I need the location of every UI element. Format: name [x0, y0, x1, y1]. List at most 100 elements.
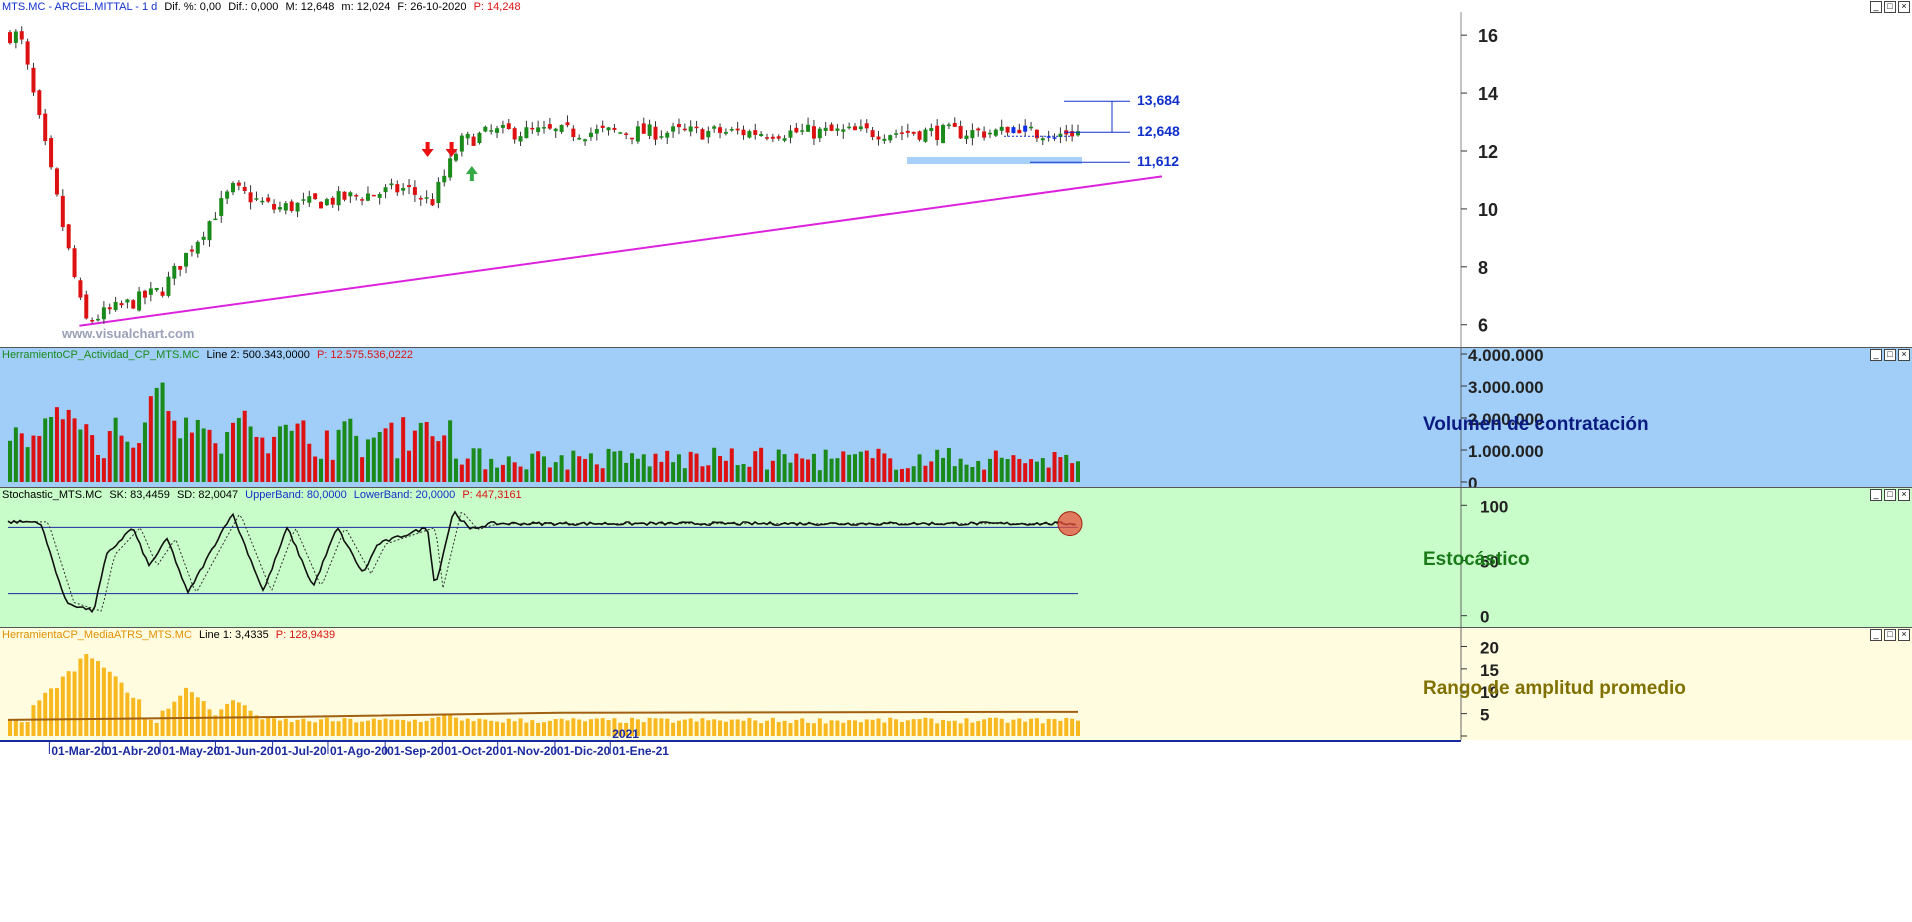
volume-bar	[137, 443, 142, 482]
volume-bar	[782, 454, 787, 482]
atr-bar	[876, 718, 881, 736]
volume-bar	[964, 464, 969, 482]
volume-bar	[436, 441, 441, 482]
atr-bar	[25, 721, 30, 736]
price-panel: MTS.MC - ARCEL.MITTAL - 1 d Dif. %: 0,00…	[0, 0, 1912, 348]
atr-bar	[225, 703, 230, 736]
atr-bar	[295, 719, 300, 736]
volume-bar	[612, 451, 617, 482]
candle-body	[1029, 126, 1034, 129]
volume-bar	[723, 460, 728, 482]
candle-body	[806, 124, 811, 132]
volume-bar	[653, 453, 658, 482]
atr-bar	[184, 687, 189, 736]
atr-bar	[888, 717, 893, 736]
x-tick-label: 01-Jun-20	[217, 744, 273, 758]
volume-bar	[207, 429, 212, 482]
volume-bar	[858, 451, 863, 482]
volume-bar	[107, 431, 112, 482]
volume-bar	[1052, 452, 1057, 482]
price-y-tick-label: 8	[1478, 258, 1488, 278]
volume-bar	[1076, 461, 1080, 482]
volume-bar	[806, 459, 811, 482]
up-arrow-icon	[465, 166, 478, 181]
volume-bar	[1011, 455, 1016, 482]
volume-bar	[976, 460, 981, 482]
volume-bar	[747, 466, 752, 482]
volume-bar	[90, 435, 95, 482]
candle-body	[577, 137, 582, 140]
volume-bar	[1029, 459, 1034, 482]
volume-bar	[571, 450, 576, 482]
atr-bar	[66, 671, 71, 736]
atr-bar	[894, 719, 899, 736]
volume-bar	[49, 416, 54, 482]
atr-bar	[829, 720, 834, 736]
volume-bar	[148, 396, 153, 482]
atr-bar	[248, 710, 253, 736]
atr-bar	[189, 692, 194, 736]
candle-body	[272, 204, 277, 210]
atr-y-tick-label: 15	[1480, 661, 1499, 680]
volume-bar	[295, 423, 300, 482]
atr-bar	[817, 718, 822, 736]
atr-bar	[536, 722, 541, 736]
volume-bar	[935, 449, 940, 482]
candle-body	[647, 124, 652, 136]
volume-bar	[348, 418, 353, 482]
volume-bar	[676, 454, 681, 482]
candle-body	[13, 31, 18, 43]
atr-bar	[853, 720, 858, 736]
candle-body	[864, 123, 869, 129]
atr-bar	[277, 720, 282, 736]
atr-bar	[377, 719, 382, 736]
atr-bar	[524, 722, 529, 736]
atr-bar	[383, 718, 388, 736]
candle-body	[336, 191, 341, 206]
volume-bar	[735, 465, 740, 482]
price-y-tick-label: 12	[1478, 142, 1498, 162]
volume-bar	[37, 435, 42, 482]
atr-bar	[835, 720, 840, 736]
volume-bar	[1005, 459, 1010, 482]
volume-label: Volumen de contratación	[1423, 414, 1649, 435]
volume-bar	[776, 449, 781, 482]
atr-bar	[935, 723, 940, 736]
candle-body	[952, 123, 957, 127]
candle-body	[96, 318, 101, 321]
candle-body	[248, 192, 253, 203]
atr-bar	[794, 719, 799, 736]
atr-bar	[342, 718, 347, 736]
atr-bar	[142, 718, 147, 736]
price-chart: 6 8 10 12 14 16 13,684 12,648 11,612 www.visualch…	[8, 12, 1498, 347]
candle-body	[547, 124, 552, 129]
atr-bar	[119, 682, 124, 736]
atr-bar	[542, 722, 546, 736]
volume-bar	[248, 426, 253, 482]
atr-bar	[1023, 721, 1028, 736]
atr-bar	[13, 720, 18, 736]
atr-bar	[407, 721, 412, 736]
candle-body	[189, 249, 194, 252]
candle-body	[905, 130, 910, 133]
watermark: www.visualchart.com	[61, 326, 194, 341]
atr-label: Rango de amplitud promedio	[1423, 678, 1686, 699]
volume-bar	[219, 453, 224, 482]
candle-body	[712, 126, 717, 129]
candle-body	[659, 136, 664, 138]
volume-bar	[952, 466, 957, 482]
atr-bar	[512, 721, 517, 736]
candle-body	[178, 266, 183, 270]
atr-bar	[712, 719, 717, 736]
candle-body	[899, 132, 904, 134]
volume-bar	[905, 468, 910, 482]
candle-body	[542, 127, 546, 129]
volume-bar	[371, 437, 376, 482]
candle-body	[395, 184, 400, 193]
volume-bar	[694, 453, 699, 482]
candle-body	[201, 236, 206, 240]
atr-bar	[483, 719, 488, 736]
volume-y-tick-label: 3.000.000	[1468, 378, 1544, 397]
atr-bar	[571, 718, 576, 736]
volume-bar	[741, 464, 746, 482]
